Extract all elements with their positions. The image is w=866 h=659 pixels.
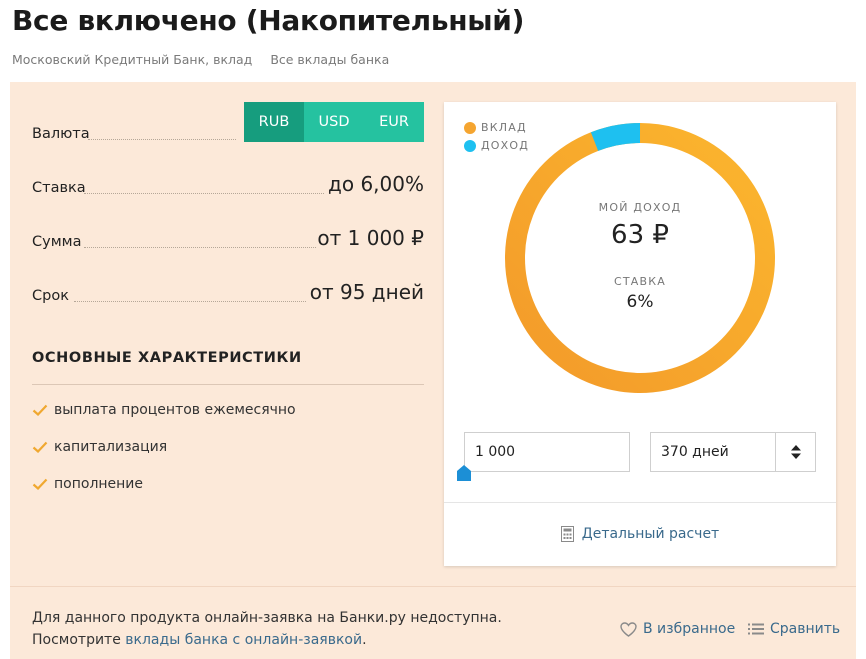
features-divider bbox=[32, 384, 424, 385]
compare-label: Сравнить bbox=[770, 621, 841, 637]
currency-usd-button[interactable]: USD bbox=[304, 102, 364, 142]
calculator-icon bbox=[560, 526, 574, 542]
card-rate-label: СТАВКА bbox=[613, 275, 666, 288]
rate-row: Ставка до 6,00% bbox=[32, 166, 424, 196]
income-label: МОЙ ДОХОД bbox=[598, 201, 682, 214]
note-prefix: Посмотрите bbox=[32, 632, 126, 648]
detailed-calc-link[interactable]: Детальный расчет bbox=[444, 526, 836, 542]
currency-label: Валюта bbox=[32, 126, 90, 142]
features-title: ОСНОВНЫЕ ХАРАКТЕРИСТИКИ bbox=[32, 350, 302, 366]
heart-icon bbox=[620, 621, 637, 637]
donut-segment-deposit bbox=[505, 123, 775, 393]
check-icon bbox=[32, 478, 48, 490]
feature-label: пополнение bbox=[54, 476, 144, 492]
feature-label: капитализация bbox=[54, 439, 168, 455]
list-icon bbox=[748, 623, 764, 635]
compare-button[interactable]: Сравнить bbox=[748, 621, 840, 637]
sum-label: Сумма bbox=[32, 234, 82, 250]
feature-item: пополнение bbox=[32, 476, 143, 492]
legend-dot-deposit bbox=[464, 121, 476, 134]
feature-label: выплата процентов ежемесячно bbox=[54, 402, 296, 418]
page-title: Все включено (Накопительный) bbox=[12, 4, 525, 37]
dotted-leader bbox=[88, 139, 236, 140]
income-donut-chart bbox=[505, 123, 775, 393]
sort-arrows-icon bbox=[790, 445, 801, 459]
sum-row: Сумма от 1 000 ₽ bbox=[32, 220, 424, 250]
currency-rub-button[interactable]: RUB bbox=[244, 102, 304, 142]
breadcrumb: Московский Кредитный Банк, вклад Все вкл… bbox=[12, 52, 389, 67]
online-note-line1: Для данного продукта онлайн-заявка на Ба… bbox=[32, 610, 502, 626]
term-stepper[interactable] bbox=[775, 433, 815, 471]
online-note-line2: Посмотрите вклады банка с онлайн-заявкой… bbox=[32, 632, 367, 648]
check-icon bbox=[32, 441, 48, 453]
dotted-leader bbox=[84, 193, 324, 194]
rate-label: Ставка bbox=[32, 180, 86, 196]
online-deposits-link[interactable]: вклады банка с онлайн-заявкой bbox=[125, 632, 362, 648]
feature-item: выплата процентов ежемесячно bbox=[32, 402, 296, 418]
rate-value: до 6,00% bbox=[328, 172, 424, 196]
amount-input[interactable]: 1 000 bbox=[464, 432, 630, 472]
currency-switcher: RUB USD EUR bbox=[244, 102, 424, 142]
legend-dot-income bbox=[464, 139, 476, 152]
currency-eur-button[interactable]: EUR bbox=[364, 102, 424, 142]
card-rate-value: 6% bbox=[626, 292, 654, 312]
term-select[interactable]: 370 дней bbox=[650, 432, 816, 472]
note-suffix: . bbox=[362, 632, 367, 648]
term-select-value: 370 дней bbox=[661, 444, 729, 460]
sum-value: от 1 000 ₽ bbox=[317, 226, 424, 250]
panel-divider bbox=[10, 586, 856, 587]
dotted-leader bbox=[74, 301, 306, 302]
favorite-button[interactable]: В избранное bbox=[620, 621, 735, 637]
favorite-label: В избранное bbox=[643, 621, 736, 637]
term-row: Срок от 95 дней bbox=[32, 274, 424, 304]
amount-slider-handle[interactable] bbox=[456, 464, 472, 482]
deposit-panel: Валюта RUB USD EUR Ставка до 6,00% Сумма… bbox=[10, 82, 856, 659]
calculator-card: ВКЛАД ДОХОД МОЙ ДОХОД 63 ₽ СТАВКА 6% 1 0… bbox=[444, 102, 836, 566]
donut-segment-income bbox=[505, 123, 775, 393]
breadcrumb-bank-link[interactable]: Московский Кредитный Банк, вклад bbox=[12, 52, 252, 67]
breadcrumb-all-deposits-link[interactable]: Все вклады банка bbox=[270, 52, 389, 67]
check-icon bbox=[32, 404, 48, 416]
dotted-leader bbox=[84, 247, 316, 248]
term-label: Срок bbox=[32, 288, 69, 304]
income-value: 63 ₽ bbox=[611, 220, 669, 250]
feature-item: капитализация bbox=[32, 439, 167, 455]
term-value: от 95 дней bbox=[309, 280, 424, 304]
detailed-calc-label: Детальный расчет bbox=[581, 526, 720, 542]
card-divider bbox=[444, 502, 836, 503]
